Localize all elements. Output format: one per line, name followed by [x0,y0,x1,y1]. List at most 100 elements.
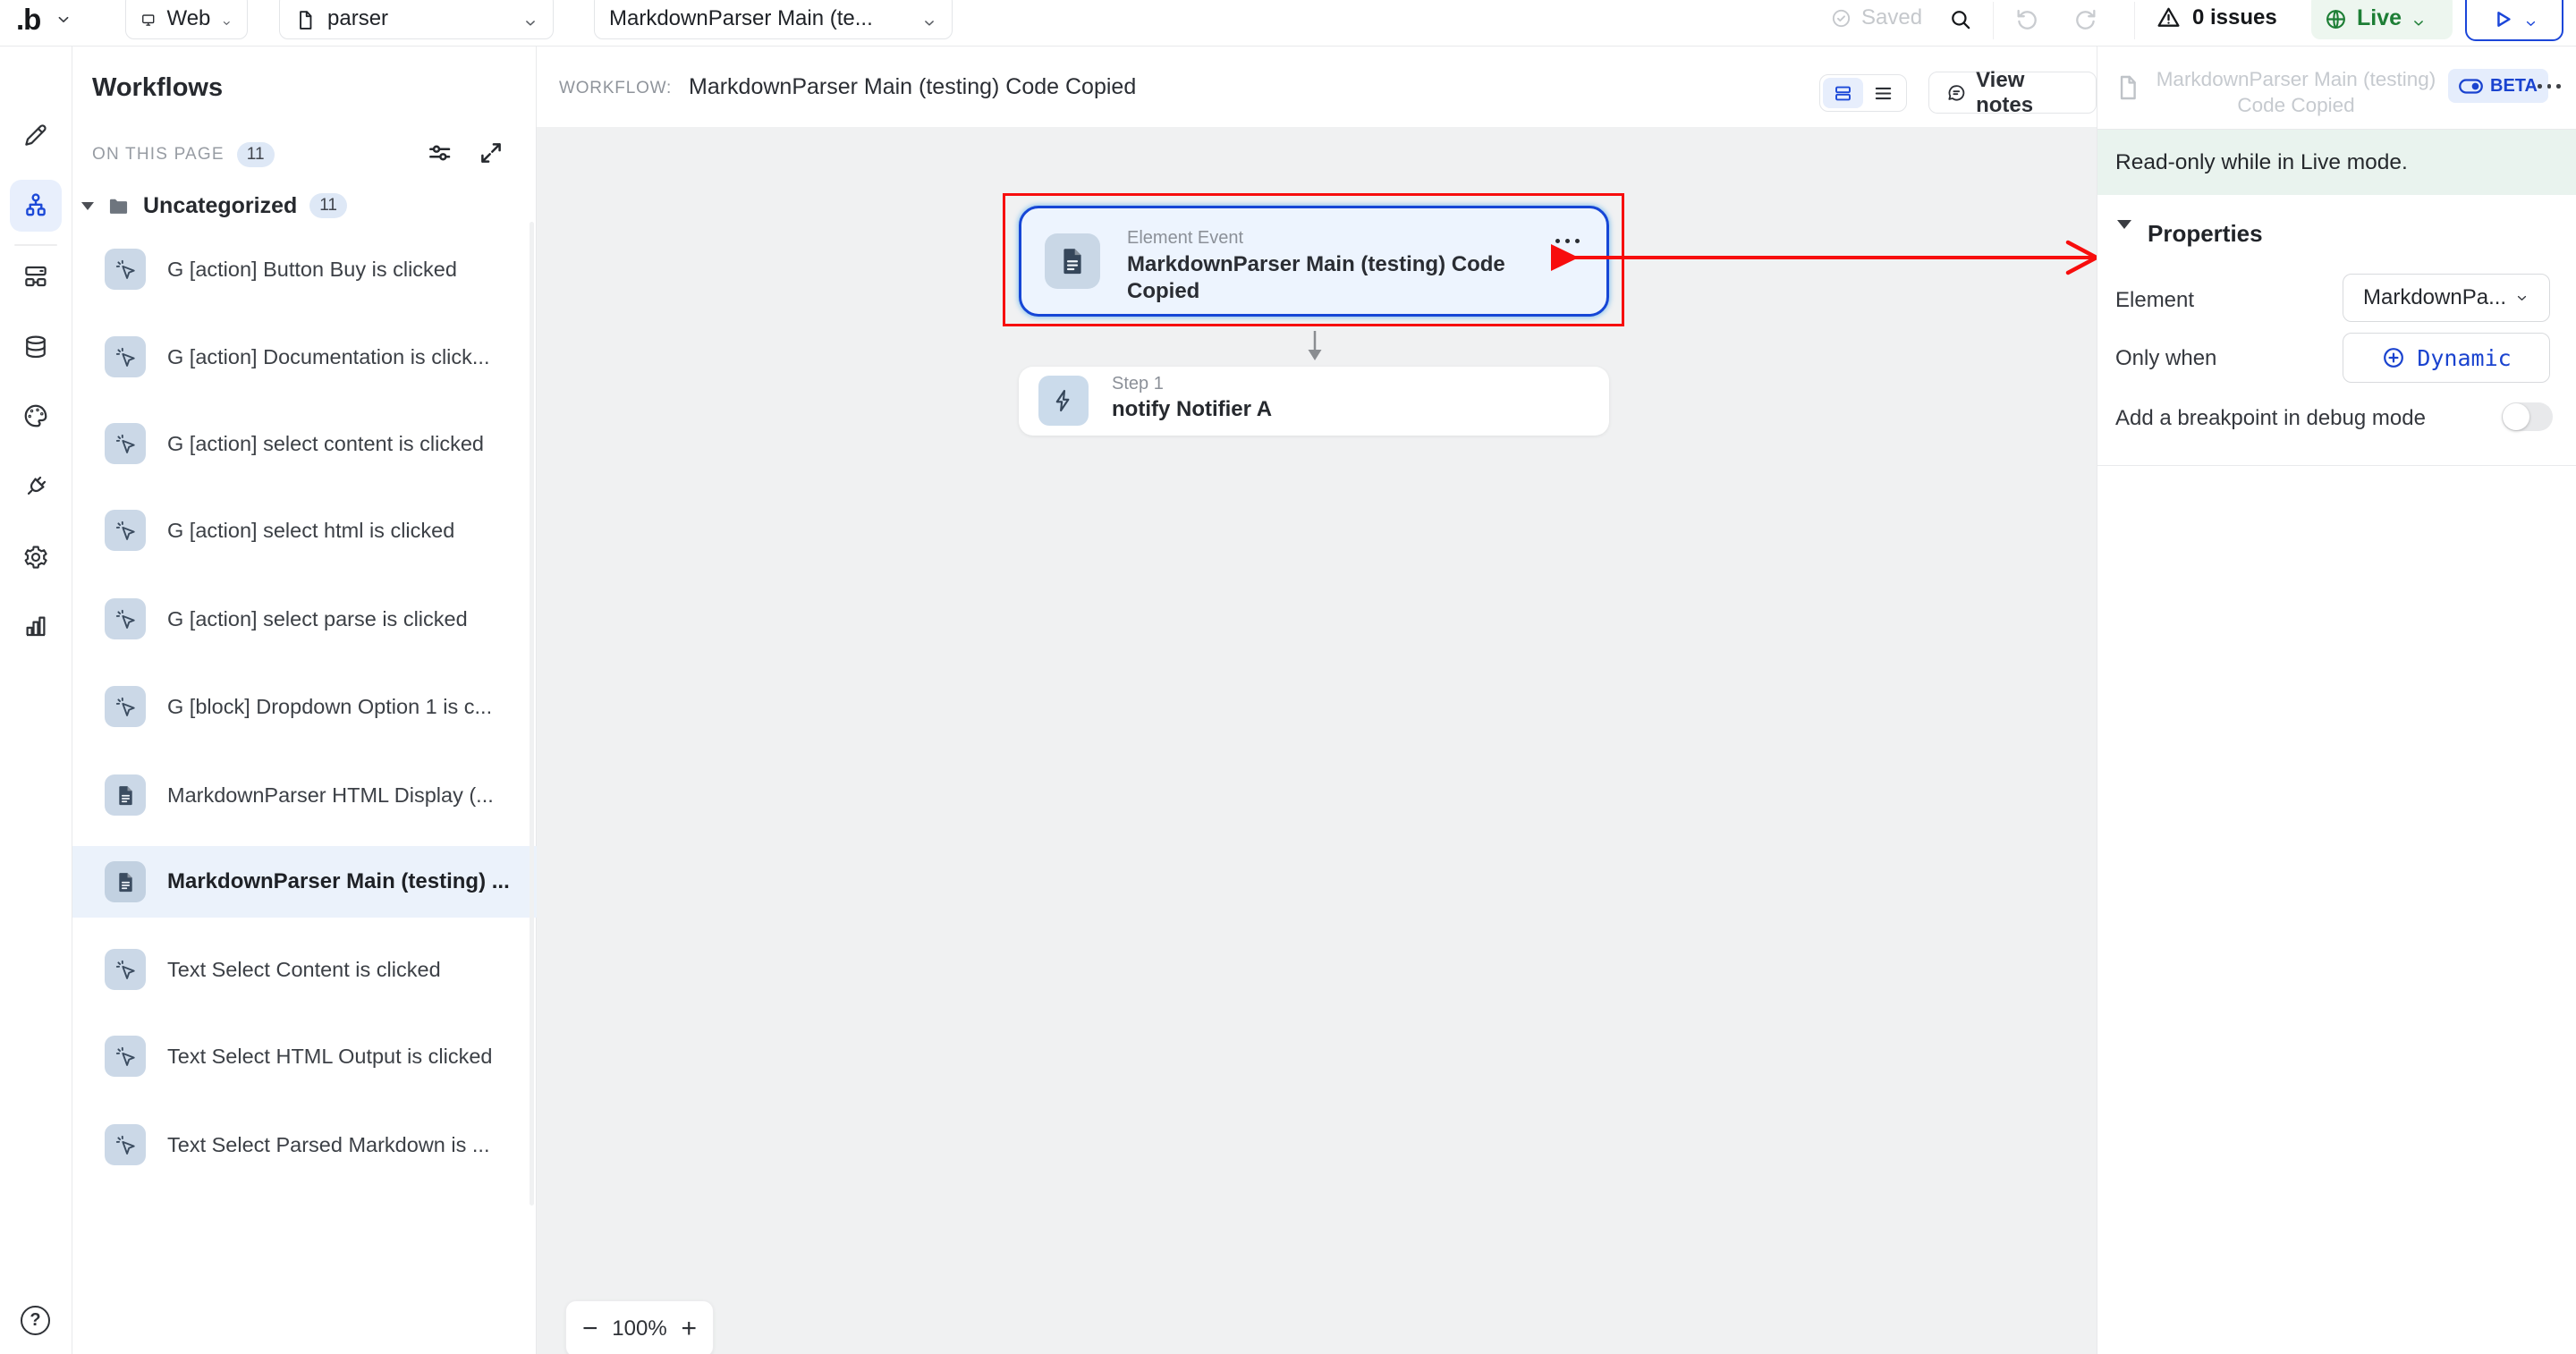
panel-title: Workflows [92,73,224,102]
help-button[interactable]: ? [21,1306,50,1335]
workflows-panel: Workflows ON THIS PAGE 11 Uncategorized … [72,47,537,1354]
platform-dropdown[interactable]: Web [125,0,248,39]
workflow-item-label: G [action] select html is clicked [167,518,455,542]
readonly-notice-text: Read-only while in Live mode. [2115,149,2408,174]
only-when-dynamic-button[interactable]: Dynamic [2343,333,2550,383]
red-arrowhead-icon [2065,240,2097,275]
cursor-click-icon [105,1036,146,1077]
folder-name: Uncategorized [143,192,298,218]
workflow-list-item[interactable]: G [action] select content is clicked [72,408,537,479]
plugins-plug-icon[interactable] [17,468,55,505]
chevron-down-icon [221,15,233,31]
settings-gear-icon[interactable] [22,544,49,571]
folder-icon [106,194,131,218]
folder-row-uncategorized[interactable]: Uncategorized 11 [72,186,537,225]
redo-icon[interactable] [2073,7,2098,32]
zoom-in-button[interactable]: + [681,1316,697,1342]
folder-count-badge: 11 [309,193,347,218]
properties-panel: MarkdownParser Main (testing) Code Copie… [2097,47,2576,1354]
workflow-list-item[interactable]: G [block] Dropdown Option 1 is c... [72,671,537,742]
toggle-on-icon [2459,79,2483,94]
workflow-list-item[interactable]: Text Select Parsed Markdown is ... [72,1109,537,1181]
page-dropdown[interactable]: parser [279,0,554,39]
database-icon[interactable] [22,334,49,360]
workflow-breadcrumb-label: WORKFLOW: [559,79,673,97]
more-options-icon[interactable] [2538,84,2561,89]
undo-icon[interactable] [2014,7,2039,32]
workflow-select-dropdown[interactable]: MarkdownParser Main (te... [594,0,953,39]
logs-chart-icon[interactable] [22,613,49,639]
workflow-item-label: Text Select HTML Output is clicked [167,1044,493,1068]
workflow-tab-active[interactable] [10,180,62,232]
toggle-knob [2503,403,2529,430]
view-toggle-group [1819,74,1907,112]
scrollbar[interactable] [530,222,534,1206]
element-dropdown[interactable]: MarkdownPa... [2343,274,2550,322]
play-icon [2490,7,2514,31]
chevron-down-icon [2523,16,2538,31]
logo-menu-chevron-icon[interactable] [55,11,72,29]
event-node-title: MarkdownParser Main (testing) Code Copie… [1127,252,1505,303]
beta-badge[interactable]: BETA [2448,69,2548,103]
cursor-click-icon [105,598,146,639]
step-node-kind: Step 1 [1112,374,1164,394]
workflow-list-item[interactable]: MarkdownParser HTML Display (... [72,759,537,831]
warning-triangle-icon [2156,4,2182,30]
on-this-page-section: ON THIS PAGE 11 [92,140,275,170]
workflow-list-item[interactable]: G [action] Button Buy is clicked [72,233,537,305]
styles-palette-icon[interactable] [22,402,49,429]
step-node[interactable]: Step 1 notify Notifier A [1019,367,1609,436]
plus-circle-icon [2381,345,2406,370]
view-notes-label: View notes [1976,67,2034,117]
page-icon [294,9,317,31]
issues-button[interactable]: 0 issues [2156,4,2277,30]
preview-run-button[interactable] [2465,0,2563,41]
chevron-down-icon [522,15,538,31]
cursor-click-icon [105,1124,146,1165]
breakpoint-label: Add a breakpoint in debug mode [2115,406,2426,430]
section-collapse-control[interactable] [2117,220,2131,245]
breakpoint-toggle[interactable] [2502,402,2553,431]
workflow-list-item[interactable]: Text Select HTML Output is clicked [72,1020,537,1092]
divider [2097,465,2576,466]
design-pencil-icon[interactable] [22,122,49,148]
environment-dropdown[interactable]: Live [2311,0,2453,39]
workflow-list-item[interactable]: G [action] select parse is clicked [72,583,537,655]
list-view-icon [1873,83,1894,104]
search-icon[interactable] [1948,7,1972,31]
check-circle-icon [1830,7,1852,30]
expand-panel-icon[interactable] [477,139,505,167]
view-notes-button[interactable]: View notes [1928,68,2097,117]
more-options-icon[interactable] [1555,239,1580,243]
cards-view-button[interactable] [1823,78,1863,108]
list-view-button[interactable] [1863,78,1903,108]
reusable-elements-icon[interactable] [22,263,49,290]
inspector-title: MarkdownParser Main (testing) Code Copie… [2156,68,2436,116]
workflow-item-label: Text Select Parsed Markdown is ... [167,1132,490,1156]
only-when-field-label: Only when [2115,346,2217,370]
cursor-click-icon [105,249,146,290]
caret-down-icon[interactable] [81,201,94,210]
bubble-logo[interactable]: .b [16,3,41,37]
workflow-list-item[interactable]: Text Select Content is clicked [72,934,537,1005]
connector-arrowhead-icon [1308,350,1322,360]
workflow-list-item[interactable]: G [action] select html is clicked [72,495,537,566]
cursor-click-icon [105,423,146,464]
filter-sliders-icon[interactable] [426,139,454,167]
zoom-out-button[interactable]: − [582,1316,598,1342]
workflow-list-item-selected[interactable]: MarkdownParser Main (testing) ... [72,846,537,918]
dynamic-value-label: Dynamic [2417,344,2512,371]
issues-count-label: 0 issues [2192,4,2277,30]
workflow-canvas[interactable]: Element Event MarkdownParser Main (testi… [537,127,2097,1354]
section-count-badge: 11 [236,142,275,167]
help-glyph: ? [30,1310,41,1330]
zoom-level-value: 100% [612,1316,667,1341]
note-bubble-icon [1945,81,1967,105]
workflow-list-item[interactable]: G [action] Documentation is click... [72,321,537,393]
workflow-item-label: G [action] Button Buy is clicked [167,257,457,281]
platform-dropdown-label: Web [166,6,211,30]
event-node[interactable]: Element Event MarkdownParser Main (testi… [1019,206,1609,317]
workflow-tree-icon [21,191,50,220]
workflow-item-label: Text Select Content is clicked [167,957,441,981]
cursor-click-icon [105,510,146,551]
